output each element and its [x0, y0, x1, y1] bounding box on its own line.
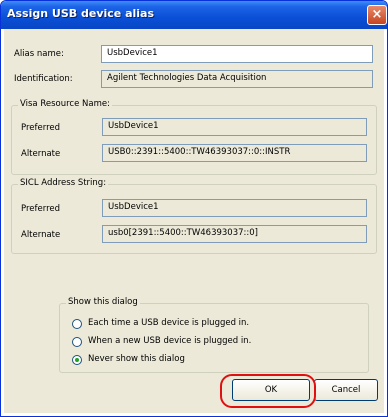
visa-alternate-field: USB0::2391::5400::TW46393037::0::INSTR: [102, 144, 367, 162]
identification-label: Identification:: [14, 74, 73, 84]
close-icon[interactable]: ×: [367, 5, 387, 25]
visa-preferred-field: UsbDevice1: [102, 118, 367, 136]
option-never-label: Never show this dialog: [88, 354, 185, 364]
dialog-body: Alias name: UsbDevice1 Identification: A…: [4, 29, 384, 413]
radio-button[interactable]: [72, 337, 82, 347]
sicl-preferred-label: Preferred: [21, 204, 61, 214]
sicl-alternate-label: Alternate: [21, 230, 61, 240]
title-bar[interactable]: Assign USB device alias ×: [1, 1, 387, 29]
alias-name-input[interactable]: UsbDevice1: [101, 45, 373, 63]
ok-highlight-ring: [220, 374, 316, 408]
visa-resource-group: Visa Resource Name: Preferred UsbDevice1…: [11, 99, 377, 175]
visa-alternate-label: Alternate: [21, 149, 61, 159]
sicl-alternate-field: usb0[2391::5400::TW46393037::0]: [102, 225, 367, 243]
sicl-address-group: SICL Address String: Preferred UsbDevice…: [11, 178, 377, 254]
show-dialog-title: Show this dialog: [66, 297, 140, 307]
alias-name-label: Alias name:: [14, 49, 64, 59]
option-new-device-label: When a new USB device is plugged in.: [88, 336, 252, 346]
visa-resource-title: Visa Resource Name:: [18, 99, 112, 109]
radio-button[interactable]: [72, 319, 82, 329]
sicl-address-title: SICL Address String:: [18, 178, 109, 188]
visa-preferred-label: Preferred: [21, 123, 61, 133]
option-each-time-label: Each time a USB device is plugged in.: [88, 318, 250, 328]
radio-button[interactable]: [72, 355, 82, 365]
dialog-window: Assign USB device alias × Alias name: Us…: [0, 0, 388, 417]
identification-field: Agilent Technologies Data Acquisition: [101, 70, 373, 88]
sicl-preferred-field: UsbDevice1: [102, 199, 367, 217]
window-title: Assign USB device alias: [7, 7, 155, 20]
cancel-button[interactable]: Cancel: [314, 379, 378, 401]
show-dialog-group: Show this dialog Each time a USB device …: [59, 297, 369, 373]
